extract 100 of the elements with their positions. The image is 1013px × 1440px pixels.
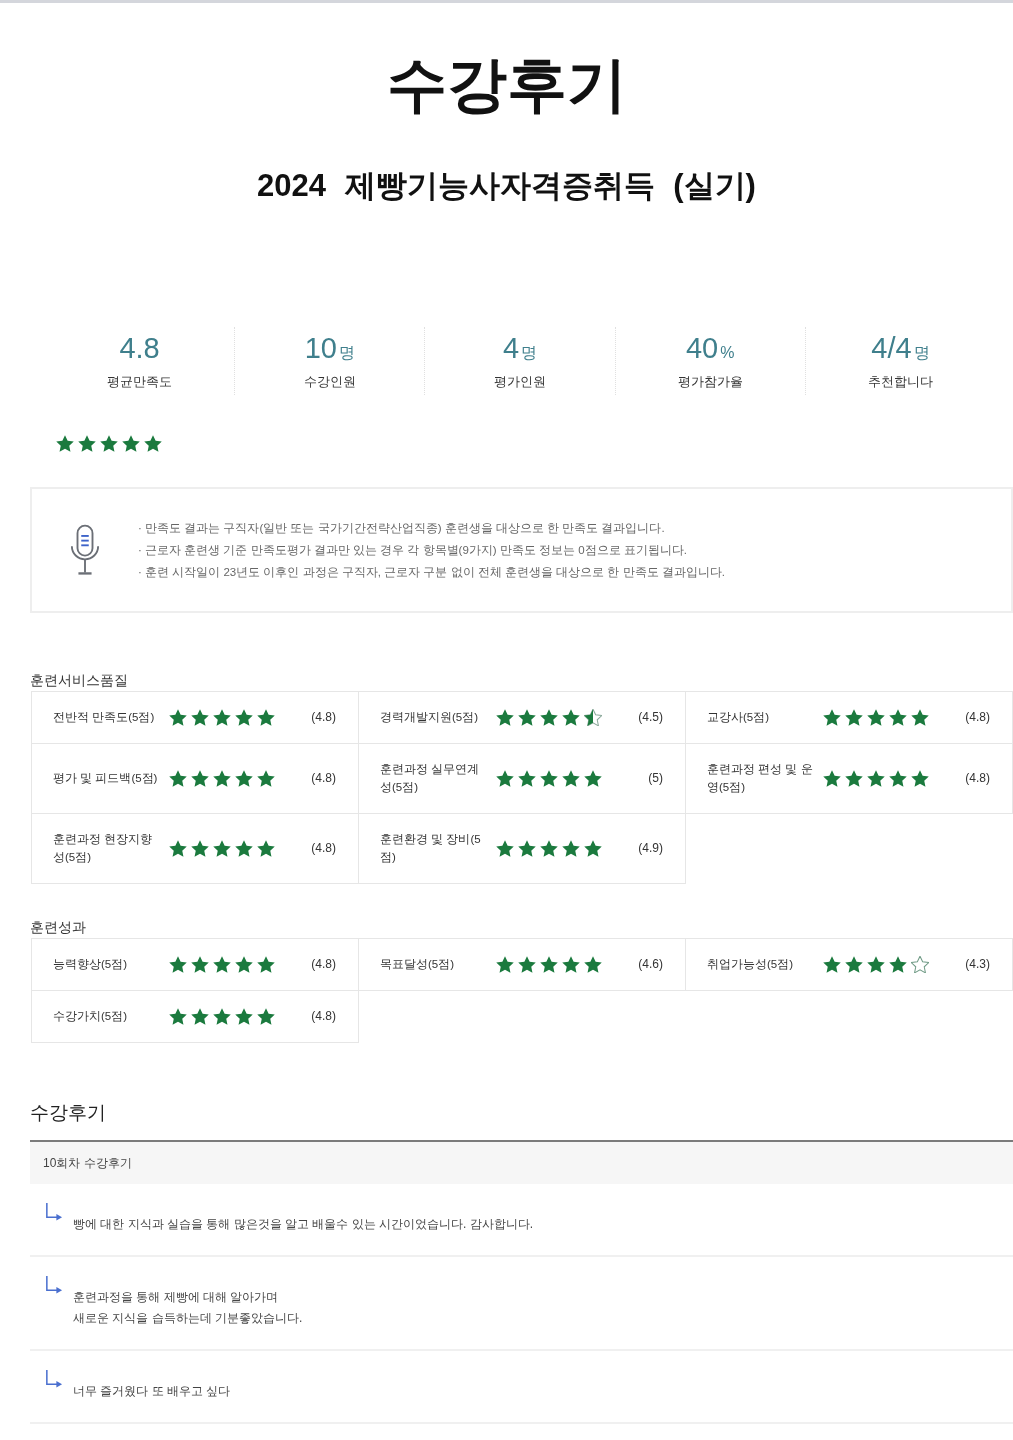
rating-label: 교강사(5점) [707, 710, 771, 725]
stat-label: 평가인원 [494, 373, 546, 391]
star-icon [540, 769, 558, 787]
rating-label: 수강가치(5점) [53, 1009, 129, 1024]
star-icon [235, 839, 253, 857]
star-icon [823, 708, 841, 726]
star-icon [213, 769, 231, 787]
star-icon [169, 708, 187, 726]
microphone-icon [70, 523, 100, 577]
rating-label: 훈련과정 현장지향성(5점) [53, 832, 154, 865]
star-icon [257, 955, 275, 973]
star-icon [191, 708, 209, 726]
star-icon [889, 708, 907, 726]
rating-score: (4.8) [965, 710, 990, 724]
stat-unit: % [720, 344, 735, 362]
star-icon [845, 708, 863, 726]
rating-score: (4.8) [311, 710, 336, 724]
rating-label: 경력개발지원(5점) [380, 710, 480, 725]
star-icon [257, 1007, 275, 1025]
rating-score: (4.8) [311, 841, 336, 855]
star-icon [235, 955, 253, 973]
stat-label: 평균만족도 [107, 373, 173, 391]
stat-unit: 명 [338, 343, 355, 363]
star-icon [584, 769, 602, 787]
star-icon [823, 955, 841, 973]
rating-label: 능력향상(5점) [53, 957, 129, 972]
star-icon [518, 708, 536, 726]
star-icon [562, 708, 580, 726]
star-icon [845, 769, 863, 787]
rating-label: 훈련과정 실무연계성(5점) [380, 762, 481, 795]
star-icon [540, 955, 558, 973]
star-icon [496, 708, 514, 726]
rating-score: (5) [648, 771, 663, 785]
star-icon [584, 839, 602, 857]
star-icon [169, 839, 187, 857]
star-icon [257, 769, 275, 787]
rating-label: 훈련과정 편성 및 운영(5점) [707, 762, 814, 795]
star-icon [540, 839, 558, 857]
section-title: 훈련서비스품질 [30, 671, 129, 690]
star-icon [169, 769, 187, 787]
review-text: 훈련과정을 통해 제빵에 대해 알아가며 새로운 지식을 습득하는데 기분좋았습니다. [73, 1289, 303, 1327]
star-icon [235, 769, 253, 787]
stat-label: 추천합니다 [867, 373, 933, 391]
rating-label: 전반적 만족도(5점) [53, 710, 156, 725]
star-icon [235, 1007, 253, 1025]
rating-label: 취업가능성(5점) [707, 957, 795, 972]
star-icon [213, 839, 231, 857]
star-icon [540, 708, 558, 726]
course-title: 2024 제빵기능사자격증취득 (실기) [256, 167, 757, 205]
stat-value: 4.8 [119, 331, 160, 365]
rating-label: 평가 및 피드백(5점) [53, 771, 159, 786]
star-icon [845, 955, 863, 973]
star-icon [169, 1007, 187, 1025]
star-icon [100, 435, 118, 452]
star-icon [257, 708, 275, 726]
rating-score: (4.8) [311, 957, 336, 971]
star-icon [496, 955, 514, 973]
star-icon [122, 435, 140, 452]
rating-label: 훈련환경 및 장비(5점) [380, 832, 482, 865]
table-header: 10회차 수강후기 [30, 1142, 1013, 1184]
star-icon [562, 769, 580, 787]
empty-star-icon [911, 955, 929, 973]
star-icon [911, 769, 929, 787]
rating-score: (4.5) [638, 710, 663, 724]
stat-value: 40 [685, 331, 719, 365]
star-icon [213, 955, 231, 973]
stat-value: 4/4 [871, 331, 912, 365]
star-icon [911, 708, 929, 726]
reply-arrow-icon [44, 1369, 63, 1390]
reply-arrow-icon [44, 1202, 63, 1223]
section-heading: 수강후기 [30, 1101, 107, 1125]
reply-arrow-icon [44, 1275, 63, 1296]
star-icon [584, 955, 602, 973]
star-icon [889, 955, 907, 973]
star-icon [56, 435, 74, 452]
star-icon [191, 769, 209, 787]
stat-value: 10 [304, 331, 337, 365]
star-icon [518, 839, 536, 857]
star-icon [191, 955, 209, 973]
notice-text: · 만족도 결과는 구직자(일반 또는 국가기간전략산업직종) 훈련생을 대상으로 한 만족도 결과입니다. [138, 521, 666, 536]
star-icon [889, 769, 907, 787]
star-icon [257, 839, 275, 857]
rating-score: (4.6) [638, 957, 663, 971]
notice-text: · 훈련 시작일이 23년도 이후인 과정은 구직자, 근로자 구분 없이 전체 훈련생을 대상으로 한 만족도 결과입니다. [138, 565, 725, 580]
star-icon [867, 769, 885, 787]
star-icon [213, 708, 231, 726]
review-text: 너무 즐거웠다 또 배우고 싶다 [73, 1383, 231, 1400]
page-title: 수강후기 [385, 50, 628, 120]
star-icon [823, 769, 841, 787]
rating-score: (4.8) [311, 771, 336, 785]
stat-label: 수강인원 [303, 373, 356, 391]
star-icon [496, 839, 514, 857]
star-icon [169, 955, 187, 973]
rating-score: (4.8) [965, 771, 990, 785]
rating-score: (4.9) [638, 841, 663, 855]
star-icon [867, 955, 885, 973]
review-text: 빵에 대한 지식과 실습을 통해 많은것을 알고 배울수 있는 시간이었습니다. 감사합니다. [73, 1216, 533, 1233]
notice-text: · 근로자 훈련생 기준 만족도평가 결과만 있는 경우 각 항목별(9가지) 만족도 정보는 0점으로 표기됩니다. [138, 543, 688, 558]
stat-label: 평가참가율 [677, 373, 743, 391]
star-icon [213, 1007, 231, 1025]
